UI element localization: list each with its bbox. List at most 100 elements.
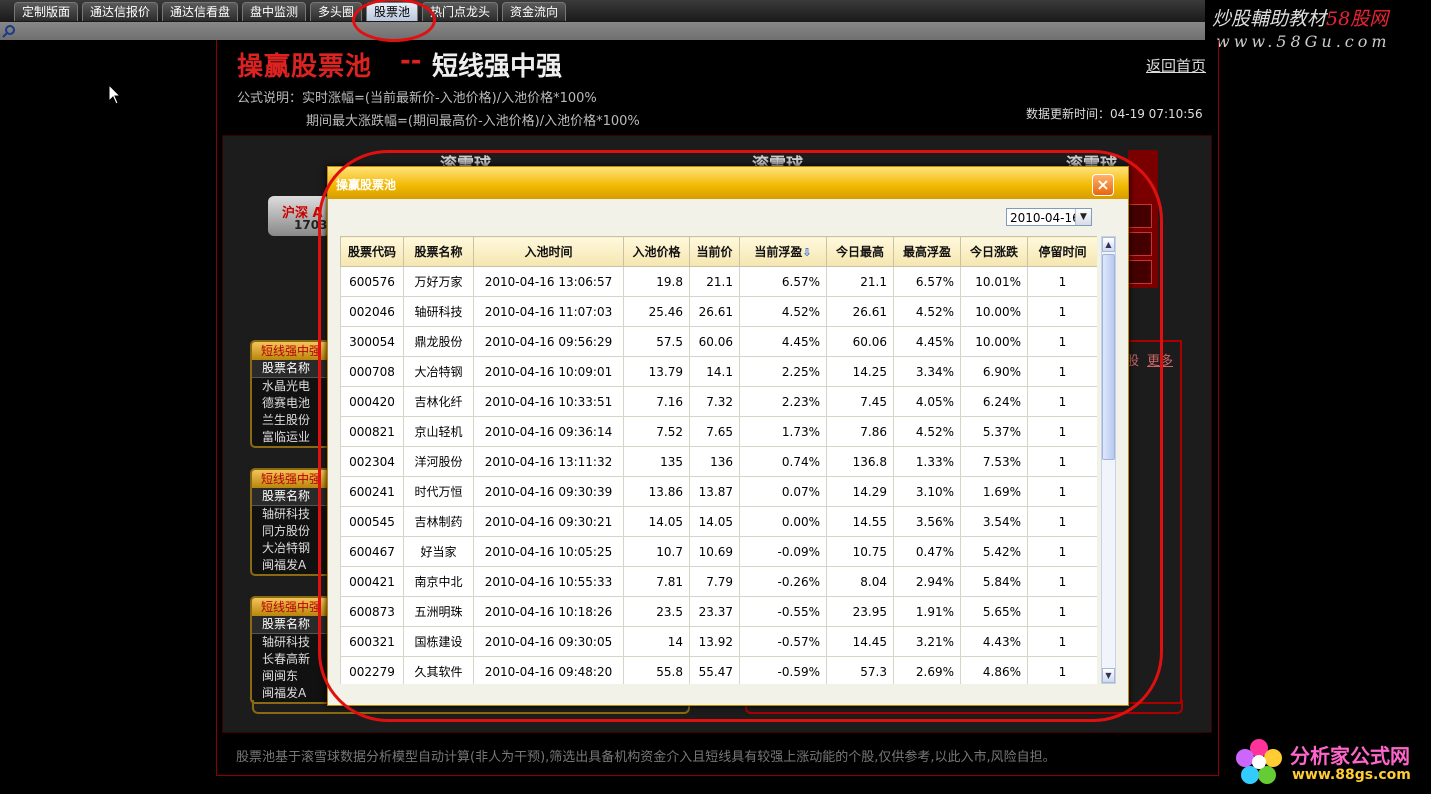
col-header-current-profit[interactable]: 当前浮盈⇩: [739, 236, 827, 267]
panel-item[interactable]: 大冶特钢: [252, 540, 332, 557]
mouse-cursor-icon: [108, 84, 122, 105]
col-header-entry-price[interactable]: 入池价格: [623, 236, 690, 267]
stock-table-container: 股票代码 股票名称 入池时间 入池价格 当前价 当前浮盈⇩ 今日最高 最高浮盈 …: [340, 236, 1097, 684]
panel-item[interactable]: 长春高新: [252, 651, 332, 668]
tab-bull-circle[interactable]: 多头圈: [310, 2, 363, 21]
table-row[interactable]: 002046 轴研科技 2010-04-16 11:07:03 25.46 26.61 4…: [340, 296, 1097, 327]
table-row[interactable]: 000545 吉林制药 2010-04-16 09:30:21 14.05 14.05 0…: [340, 506, 1097, 537]
panel-item[interactable]: 轴研科技: [252, 634, 332, 651]
table-row[interactable]: 002304 洋河股份 2010-04-16 13:11:32 135 136 0.74%…: [340, 446, 1097, 477]
scroll-up-icon[interactable]: ▲: [1102, 237, 1115, 252]
cell-max-profit: 4.45%: [893, 326, 961, 357]
more-link[interactable]: 股更多: [1126, 350, 1173, 369]
tab-intraday-monitor[interactable]: 盘中监测: [242, 2, 307, 21]
cell-today-change: 1.69%: [960, 476, 1028, 507]
cell-days-held: 1: [1027, 656, 1097, 684]
table-row[interactable]: 300054 鼎龙股份 2010-04-16 09:56:29 57.5 60.06 4.…: [340, 326, 1097, 357]
cell-name: 万好万家: [403, 266, 474, 297]
panel-column-header: 股票名称: [252, 488, 332, 506]
cell-max-profit: 2.69%: [893, 656, 961, 684]
cell-today-change: 5.84%: [960, 566, 1028, 597]
cell-today-change: 10.00%: [960, 296, 1028, 327]
panel-item[interactable]: 德赛电池: [252, 395, 332, 412]
cell-current-profit: 0.07%: [739, 476, 827, 507]
col-header-entry-time[interactable]: 入池时间: [473, 236, 624, 267]
dialog-titlebar[interactable]: [328, 167, 1128, 199]
back-home-link[interactable]: 返回首页: [1146, 55, 1206, 76]
right-button-3[interactable]: [1128, 260, 1152, 284]
cell-name: 鼎龙股份: [403, 326, 474, 357]
close-icon[interactable]: ×: [1092, 174, 1114, 196]
tab-hot-leaders[interactable]: 热门点龙头: [422, 2, 499, 21]
cell-current-profit: -0.26%: [739, 566, 827, 597]
left-panel-3: 短线强中强 股票名称 轴研科技 长春高新 闽闽东 闽福发A: [250, 596, 334, 704]
tab-stock-pool[interactable]: 股票池: [366, 2, 419, 21]
tab-tdx-view[interactable]: 通达信看盘: [162, 2, 239, 21]
cell-entry-price: 135: [623, 446, 690, 477]
sort-desc-icon: ⇩: [802, 246, 812, 259]
right-button-2[interactable]: [1128, 232, 1152, 256]
cell-code: 600241: [340, 476, 404, 507]
cell-today-change: 10.00%: [960, 326, 1028, 357]
cell-current-price: 14.1: [689, 356, 740, 387]
search-icon[interactable]: [2, 24, 16, 38]
table-row[interactable]: 600467 好当家 2010-04-16 10:05:25 10.7 10.69 -0.…: [340, 536, 1097, 567]
panel-item[interactable]: 闽闽东: [252, 668, 332, 685]
cell-entry-time: 2010-04-16 09:36:14: [473, 416, 624, 447]
chevron-down-icon[interactable]: ▼: [1075, 209, 1091, 225]
scrollbar-thumb[interactable]: [1102, 254, 1115, 460]
table-row[interactable]: 000421 南京中北 2010-04-16 10:55:33 7.81 7.79 -0.…: [340, 566, 1097, 597]
col-header-today-change[interactable]: 今日涨跌: [960, 236, 1028, 267]
cell-name: 洋河股份: [403, 446, 474, 477]
col-header-today-high[interactable]: 今日最高: [826, 236, 894, 267]
panel-item[interactable]: 兰生股份: [252, 412, 332, 429]
cell-today-change: 7.53%: [960, 446, 1028, 477]
cell-entry-time: 2010-04-16 11:07:03: [473, 296, 624, 327]
cell-current-price: 13.92: [689, 626, 740, 657]
table-row[interactable]: 600576 万好万家 2010-04-16 13:06:57 19.8 21.1 6.5…: [340, 266, 1097, 297]
cell-entry-price: 7.52: [623, 416, 690, 447]
table-row[interactable]: 000420 吉林化纤 2010-04-16 10:33:51 7.16 7.32 2.2…: [340, 386, 1097, 417]
page-title: 操赢股票池: [237, 52, 373, 82]
table-row[interactable]: 600873 五洲明珠 2010-04-16 10:18:26 23.5 23.37 -0…: [340, 596, 1097, 627]
panel-item[interactable]: 水晶光电: [252, 378, 332, 395]
scroll-down-icon[interactable]: ▼: [1102, 668, 1115, 683]
cell-current-price: 21.1: [689, 266, 740, 297]
right-button-1[interactable]: [1128, 204, 1152, 228]
col-header-max-profit[interactable]: 最高浮盈: [893, 236, 961, 267]
cell-days-held: 1: [1027, 446, 1097, 477]
tab-fund-flow[interactable]: 资金流向: [502, 2, 567, 21]
panel-item[interactable]: 闽福发A: [252, 557, 332, 574]
vertical-scrollbar[interactable]: ▲ ▼: [1101, 236, 1116, 684]
panel-item[interactable]: 同方股份: [252, 523, 332, 540]
cell-max-profit: 1.33%: [893, 446, 961, 477]
cell-entry-price: 57.5: [623, 326, 690, 357]
col-header-name[interactable]: 股票名称: [403, 236, 474, 267]
table-row[interactable]: 000708 大冶特钢 2010-04-16 10:09:01 13.79 14.1 2.…: [340, 356, 1097, 387]
cell-entry-price: 10.7: [623, 536, 690, 567]
cell-today-high: 14.29: [826, 476, 894, 507]
col-header-days-held[interactable]: 停留时间: [1027, 236, 1097, 267]
cell-entry-time: 2010-04-16 10:55:33: [473, 566, 624, 597]
cell-max-profit: 6.57%: [893, 266, 961, 297]
cell-name: 五洲明珠: [403, 596, 474, 627]
col-header-current-price[interactable]: 当前价: [689, 236, 740, 267]
date-select[interactable]: 2010-04-16 ▼: [1006, 208, 1092, 226]
tab-tdx-quote[interactable]: 通达信报价: [82, 2, 159, 21]
cell-current-price: 14.05: [689, 506, 740, 537]
col-header-code[interactable]: 股票代码: [340, 236, 404, 267]
cell-today-change: 5.37%: [960, 416, 1028, 447]
cell-days-held: 1: [1027, 566, 1097, 597]
table-row[interactable]: 600241 时代万恒 2010-04-16 09:30:39 13.86 13.87 0…: [340, 476, 1097, 507]
table-row[interactable]: 002279 久其软件 2010-04-16 09:48:20 55.8 55.47 -0…: [340, 656, 1097, 684]
table-row[interactable]: 000821 京山轻机 2010-04-16 09:36:14 7.52 7.65 1.7…: [340, 416, 1097, 447]
dialog-title: 操赢股票池: [336, 178, 397, 192]
formula-line-1: 公式说明：实时涨幅=(当前最新价-入池价格)/入池价格*100%: [237, 91, 597, 106]
panel-item[interactable]: 富临运业: [252, 429, 332, 446]
flower-logo-icon: [1236, 739, 1282, 784]
left-panel-2: 短线强中强 股票名称 轴研科技 同方股份 大冶特钢 闽福发A: [250, 468, 334, 576]
panel-item[interactable]: 轴研科技: [252, 506, 332, 523]
table-row[interactable]: 600321 国栋建设 2010-04-16 09:30:05 14 13.92 -0.5…: [340, 626, 1097, 657]
tab-custom-layout[interactable]: 定制版面: [14, 2, 79, 21]
search-bar[interactable]: [0, 22, 1205, 40]
